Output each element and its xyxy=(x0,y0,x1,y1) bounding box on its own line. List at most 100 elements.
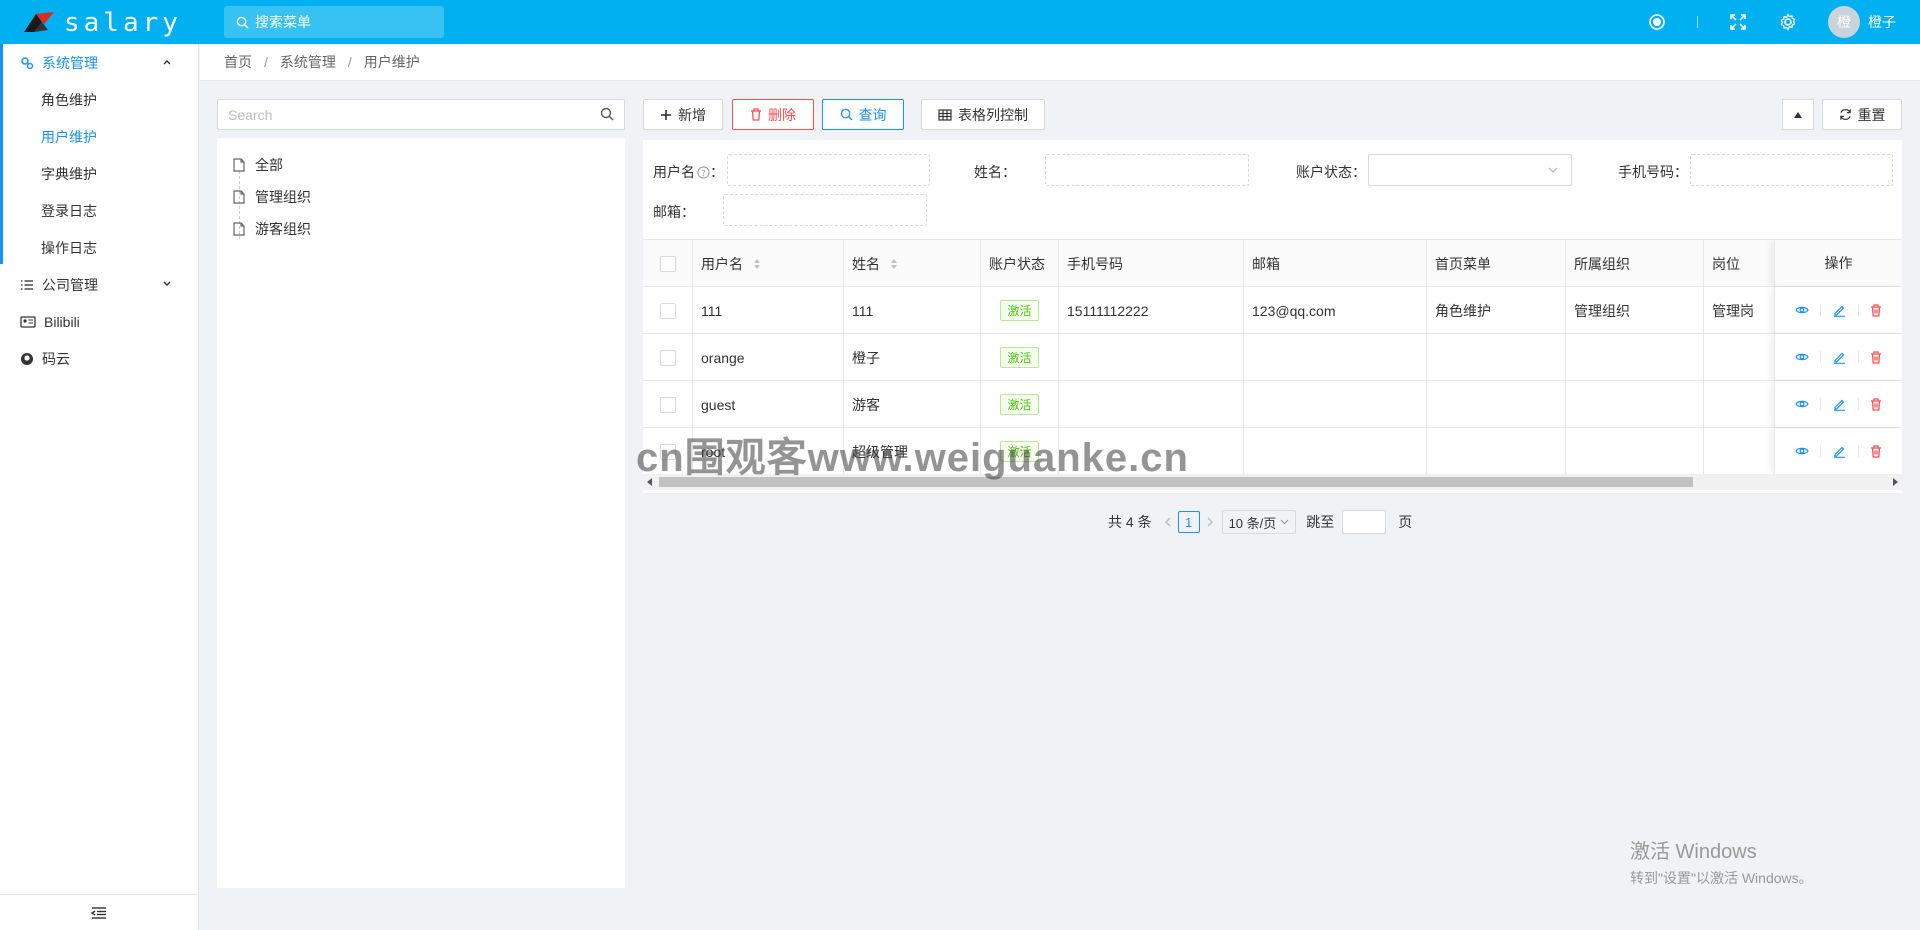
sidebar-item-role[interactable]: 角色维护 xyxy=(0,81,198,118)
cell-org xyxy=(1566,381,1704,428)
jump-page-input[interactable] xyxy=(1342,510,1387,534)
query-button[interactable]: 查询 xyxy=(822,99,904,130)
breadcrumb-home[interactable]: 首页 xyxy=(224,52,252,72)
theme-record-icon[interactable] xyxy=(1647,12,1667,32)
row-checkbox[interactable] xyxy=(659,396,676,413)
tree-node-admin-org[interactable]: 管理组织 xyxy=(233,187,311,207)
breadcrumb: 首页 / 系统管理 / 用户维护 xyxy=(200,44,1920,81)
sidebar-item-user[interactable]: 用户维护 xyxy=(0,118,198,155)
sidebar-item-dict[interactable]: 字典维护 xyxy=(0,155,198,192)
page-current[interactable]: 1 xyxy=(1177,511,1200,533)
breadcrumb-separator: / xyxy=(264,54,268,70)
col-actions: 操作 xyxy=(1774,240,1902,286)
tree-search-input[interactable]: Search xyxy=(217,99,625,130)
edit-pencil-icon[interactable] xyxy=(1833,445,1846,458)
header-divider xyxy=(1697,16,1698,28)
sidebar-item-gitee[interactable]: 码云 xyxy=(0,340,198,377)
search-icon[interactable] xyxy=(600,107,614,121)
reset-button[interactable]: 重置 xyxy=(1822,99,1902,130)
next-page-icon[interactable] xyxy=(1206,517,1214,527)
sidebar-item-login-log[interactable]: 登录日志 xyxy=(0,192,198,229)
user-name[interactable]: 橙子 xyxy=(1868,12,1896,32)
delete-trash-icon[interactable] xyxy=(1870,444,1882,458)
delete-trash-icon[interactable] xyxy=(1870,303,1882,317)
col-post: 岗位 xyxy=(1704,240,1784,287)
filter-name-input[interactable] xyxy=(1045,154,1249,186)
row-checkbox[interactable] xyxy=(659,443,676,460)
search-icon xyxy=(840,108,853,121)
filter-status-select[interactable] xyxy=(1368,154,1572,186)
app-logo[interactable]: salary xyxy=(22,8,182,38)
table-row[interactable]: 111 111 激活 15111112222 123@qq.com 角色维护 管理组织 管理岗 xyxy=(643,287,1902,334)
tree-node-all[interactable]: 全部 xyxy=(233,155,283,175)
action-divider xyxy=(1857,445,1859,457)
scroll-right-icon[interactable] xyxy=(1892,478,1898,486)
cell-username: orange xyxy=(693,334,844,381)
trash-icon xyxy=(751,108,761,121)
settings-gear-icon[interactable] xyxy=(1778,12,1798,32)
table-row[interactable]: root 超级管理 激活 xyxy=(643,428,1902,475)
action-divider xyxy=(1857,304,1859,316)
view-eye-icon[interactable] xyxy=(1795,352,1809,362)
action-divider xyxy=(1857,351,1859,363)
chevron-down-icon xyxy=(163,281,171,286)
user-avatar[interactable]: 橙 xyxy=(1828,6,1860,38)
col-label: 操作 xyxy=(1824,255,1853,271)
file-icon xyxy=(233,190,245,204)
page-size-select[interactable]: 10 条/页 xyxy=(1221,510,1297,534)
edit-pencil-icon[interactable] xyxy=(1833,398,1846,411)
row-checkbox[interactable] xyxy=(659,349,676,366)
filter-email-input[interactable] xyxy=(723,194,927,226)
delete-trash-icon[interactable] xyxy=(1870,397,1882,411)
table-row[interactable]: orange 橙子 激活 xyxy=(643,334,1902,381)
menu-search-input[interactable]: 搜索菜单 xyxy=(224,6,444,38)
status-badge: 激活 xyxy=(1000,347,1039,368)
sidebar-collapse-toggle[interactable] xyxy=(0,894,198,930)
cell-email xyxy=(1244,428,1427,475)
sidebar: 系统管理 角色维护 用户维护 字典维护 登录日志 操作日志 公司管理 Bilib… xyxy=(0,44,199,930)
page-unit-label: 页 xyxy=(1398,514,1413,530)
sidebar-item-op-log[interactable]: 操作日志 xyxy=(0,229,198,266)
sidebar-group-system[interactable]: 系统管理 xyxy=(0,44,198,81)
sort-icon[interactable] xyxy=(753,258,761,270)
edit-pencil-icon[interactable] xyxy=(1833,351,1846,364)
filter-username-input[interactable] xyxy=(727,154,930,186)
filter-phone-label: 手机号码： xyxy=(1618,164,1688,180)
column-control-button[interactable]: 表格列控制 xyxy=(921,99,1045,130)
add-button[interactable]: 新增 xyxy=(643,99,723,130)
select-all-checkbox[interactable] xyxy=(659,255,676,272)
cell-email: 123@qq.com xyxy=(1244,287,1427,334)
filter-phone-input[interactable] xyxy=(1690,154,1893,186)
status-badge: 激活 xyxy=(1000,300,1039,321)
col-username[interactable]: 用户名 xyxy=(693,240,844,287)
breadcrumb-system[interactable]: 系统管理 xyxy=(280,52,336,72)
col-name[interactable]: 姓名 xyxy=(844,240,981,287)
view-eye-icon[interactable] xyxy=(1795,399,1809,409)
cell-status: 激活 xyxy=(981,287,1059,334)
view-eye-icon[interactable] xyxy=(1795,446,1809,456)
fullscreen-icon[interactable] xyxy=(1728,12,1748,32)
scroll-left-icon[interactable] xyxy=(647,478,653,486)
help-circle-icon[interactable]: ? xyxy=(697,165,710,179)
tree-node-guest-org[interactable]: 游客组织 xyxy=(233,219,311,239)
sidebar-item-bilibili[interactable]: Bilibili xyxy=(0,303,198,340)
horizontal-scrollbar[interactable] xyxy=(643,474,1902,490)
table-row[interactable]: guest 游客 激活 xyxy=(643,381,1902,428)
cell-email xyxy=(1244,381,1427,428)
col-status: 账户状态 xyxy=(981,240,1059,287)
cell-status: 激活 xyxy=(981,334,1059,381)
collapse-filter-button[interactable] xyxy=(1782,99,1814,130)
row-checkbox-cell xyxy=(643,287,693,334)
sidebar-group-company[interactable]: 公司管理 xyxy=(0,266,198,303)
prev-page-icon[interactable] xyxy=(1164,517,1172,527)
row-checkbox-cell xyxy=(643,381,693,428)
delete-trash-icon[interactable] xyxy=(1870,350,1882,364)
delete-button[interactable]: 删除 xyxy=(732,99,814,130)
cell-status: 激活 xyxy=(981,381,1059,428)
activation-title: 激活 Windows xyxy=(1630,841,1757,863)
row-checkbox[interactable] xyxy=(659,302,676,319)
sort-icon[interactable] xyxy=(890,258,898,270)
view-eye-icon[interactable] xyxy=(1795,305,1809,315)
scrollbar-thumb[interactable] xyxy=(659,477,1693,487)
edit-pencil-icon[interactable] xyxy=(1833,304,1846,317)
